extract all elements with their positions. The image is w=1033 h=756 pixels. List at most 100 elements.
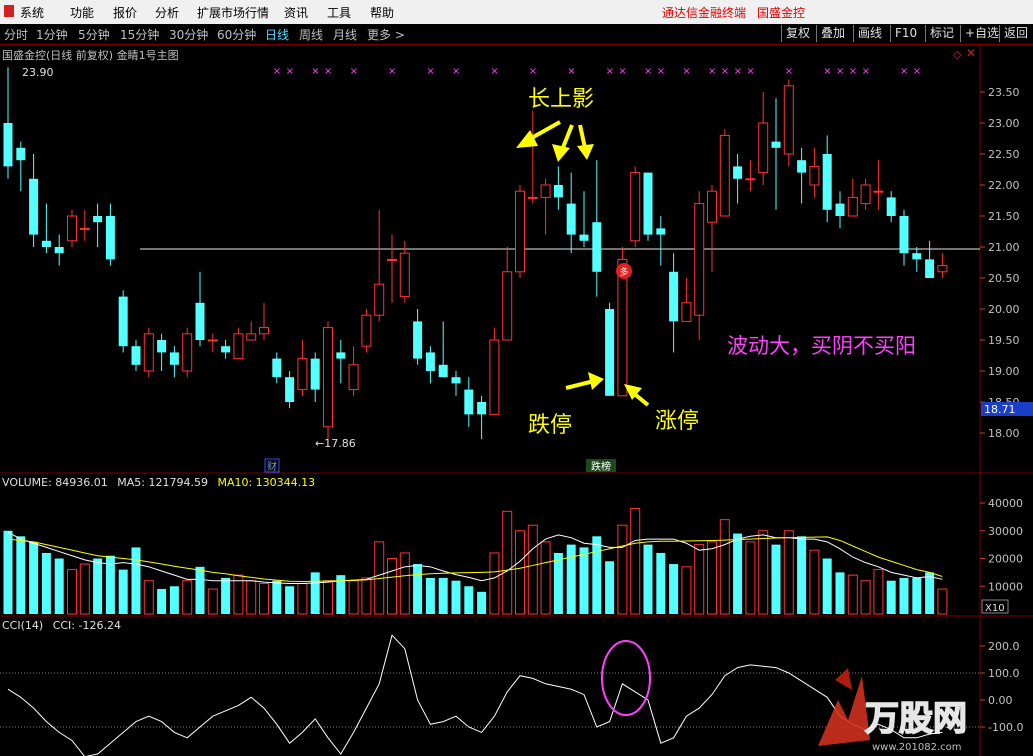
volume-bar bbox=[451, 580, 461, 614]
volume-bar bbox=[157, 589, 167, 614]
volume-tick-label: 20000 bbox=[988, 553, 1023, 566]
candle-body bbox=[617, 258, 628, 397]
candle-body bbox=[912, 253, 922, 260]
candle-body bbox=[592, 222, 602, 272]
candle-body bbox=[67, 215, 77, 242]
volume-bar bbox=[809, 549, 820, 615]
candle-body bbox=[451, 377, 461, 384]
candle-body bbox=[643, 172, 653, 235]
volume-bar bbox=[605, 561, 615, 614]
signal-marker: × bbox=[862, 66, 870, 77]
volume-bar bbox=[348, 580, 359, 615]
signal-marker: × bbox=[490, 66, 498, 77]
candle-body bbox=[221, 346, 231, 353]
candle-body bbox=[937, 265, 948, 273]
candle-body bbox=[860, 184, 871, 205]
volume-bar bbox=[719, 519, 730, 615]
volume-bar bbox=[758, 530, 769, 615]
candle-body bbox=[540, 184, 551, 198]
candle-body bbox=[54, 247, 64, 254]
volume-bar bbox=[835, 572, 845, 614]
volume-bar bbox=[656, 552, 666, 614]
volume-bar bbox=[579, 547, 589, 614]
signal-marker: × bbox=[567, 66, 575, 77]
long-upper-shadow-annotation: 长上影 bbox=[528, 87, 594, 112]
signal-marker: × bbox=[529, 66, 537, 77]
volume-bar bbox=[783, 530, 794, 615]
candle-body bbox=[131, 346, 141, 365]
volume-bar bbox=[143, 580, 154, 615]
signal-marker: × bbox=[785, 66, 793, 77]
candle-body bbox=[413, 321, 423, 359]
low-price-label: ←17.86 bbox=[315, 437, 356, 450]
volume-bar bbox=[847, 574, 858, 615]
volume-bar bbox=[477, 591, 487, 614]
price-tick-label: 20.00 bbox=[988, 303, 1020, 316]
volume-bar bbox=[694, 544, 705, 615]
volume-bar bbox=[79, 563, 90, 615]
signal-marker: × bbox=[273, 66, 281, 77]
price-tick-label: 19.00 bbox=[988, 365, 1020, 378]
cci-highlight-circle bbox=[601, 640, 651, 716]
volume-bar bbox=[553, 552, 563, 614]
volume-bar bbox=[195, 566, 205, 614]
candle-body bbox=[438, 364, 448, 378]
signal-marker: × bbox=[618, 66, 626, 77]
candle-body bbox=[925, 259, 935, 278]
volume-bar bbox=[297, 582, 308, 615]
stock-charts[interactable]: 23.50 23.00 22.50 22.00 21.50 21.00 20.50 20.00… bbox=[0, 0, 1033, 756]
signal-marker: × bbox=[721, 66, 729, 77]
volume-bar bbox=[169, 586, 179, 614]
watermark-url-text: www.201082.com bbox=[872, 742, 962, 753]
candle-body bbox=[118, 296, 128, 347]
candle-body bbox=[29, 178, 39, 235]
volume-bar bbox=[16, 536, 26, 614]
volume-bar bbox=[771, 544, 781, 614]
candle-body bbox=[233, 333, 244, 360]
volume-bar bbox=[733, 533, 743, 614]
signal-marker: × bbox=[644, 66, 652, 77]
candle-body bbox=[182, 333, 193, 372]
candle-body bbox=[16, 147, 26, 161]
volume-bar bbox=[707, 541, 717, 615]
candle-body bbox=[656, 228, 666, 235]
high-price-label: 23.90 bbox=[22, 66, 54, 79]
signal-marker: × bbox=[350, 66, 358, 77]
candle-body bbox=[157, 340, 167, 353]
comment-annotation: 波动大，买阴不买阳 bbox=[727, 334, 916, 358]
candle-body bbox=[719, 134, 730, 217]
signal-marker: × bbox=[900, 66, 908, 77]
candle-body bbox=[323, 327, 333, 428]
volume-bar bbox=[925, 572, 935, 614]
candle-body bbox=[745, 178, 756, 181]
candle-body bbox=[348, 364, 359, 391]
candle-body bbox=[605, 309, 615, 396]
candle-body bbox=[361, 314, 372, 347]
volume-bar bbox=[131, 547, 141, 614]
volume-bar bbox=[489, 552, 500, 615]
signal-marker: × bbox=[657, 66, 665, 77]
volume-bar bbox=[886, 580, 896, 614]
signal-marker-row: × × × × × × × × × × × × × × × × × × × × × × × × × × × bbox=[273, 66, 921, 77]
candle-body bbox=[873, 190, 884, 193]
cci-tick-label: -100.0 bbox=[988, 721, 1023, 734]
candle-body bbox=[310, 358, 320, 390]
volume-bar bbox=[93, 558, 103, 614]
volume-bar bbox=[67, 569, 77, 615]
candle-body bbox=[272, 358, 282, 378]
price-tick-label: 22.00 bbox=[988, 179, 1020, 192]
candle-body bbox=[489, 339, 500, 415]
volume-bar bbox=[182, 580, 193, 615]
volume-tick-label: 30000 bbox=[988, 525, 1023, 538]
candle-body bbox=[399, 252, 410, 298]
candle-body bbox=[527, 196, 538, 199]
signal-marker: × bbox=[324, 66, 332, 77]
limit-down-list-badge-text: 跌榜 bbox=[591, 460, 611, 473]
limit-up-annotation: 涨停 bbox=[655, 409, 699, 434]
price-tick-label: 21.50 bbox=[988, 210, 1020, 223]
volume-tick-label: 10000 bbox=[988, 580, 1023, 593]
candle-body bbox=[246, 333, 257, 341]
volume-bar bbox=[323, 580, 333, 615]
price-axis: 23.50 23.00 22.50 22.00 21.50 21.00 20.50 20.00… bbox=[980, 86, 1020, 440]
signal-marker: × bbox=[682, 66, 690, 77]
